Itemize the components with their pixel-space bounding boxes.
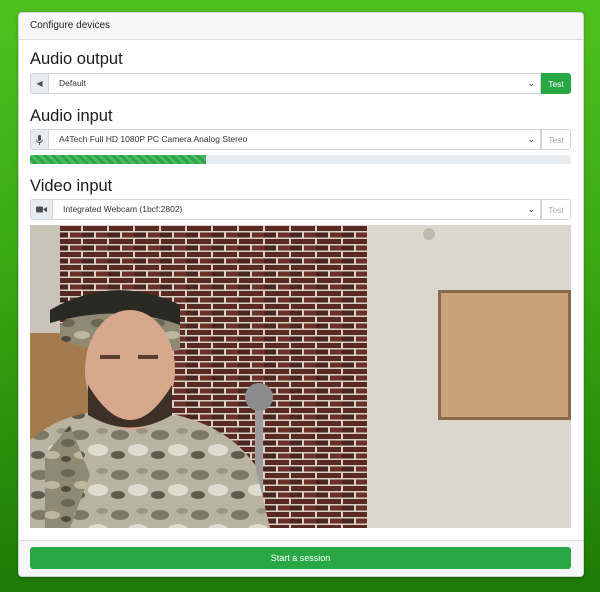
audio-output-test-button[interactable]: Test bbox=[541, 73, 571, 94]
webcam-image bbox=[30, 225, 571, 528]
video-input-selected: Integrated Webcam (1bcf:2802) bbox=[63, 204, 183, 214]
video-input-test-button[interactable]: Test bbox=[541, 199, 571, 220]
audio-output-group: ◀ Default ⌄ Test bbox=[30, 73, 571, 94]
audio-input-title: Audio input bbox=[30, 107, 113, 125]
speaker-icon: ◀ bbox=[30, 73, 48, 94]
audio-input-selected: A4Tech Full HD 1080P PC Camera Analog St… bbox=[59, 134, 248, 144]
start-session-button[interactable]: Start a session bbox=[30, 547, 571, 569]
chevron-down-icon: ⌄ bbox=[527, 134, 535, 144]
card-footer: Start a session bbox=[19, 540, 583, 576]
configure-devices-card: Configure devices Audio output ◀ Default… bbox=[18, 12, 584, 577]
video-input-select[interactable]: Integrated Webcam (1bcf:2802) ⌄ bbox=[52, 199, 541, 220]
audio-level-bar bbox=[30, 155, 206, 164]
card-header-title: Configure devices bbox=[19, 13, 583, 40]
audio-output-title: Audio output bbox=[30, 50, 123, 68]
chevron-down-icon: ⌄ bbox=[527, 78, 535, 88]
chevron-down-icon: ⌄ bbox=[527, 204, 535, 214]
audio-level-meter bbox=[30, 155, 571, 164]
video-preview bbox=[30, 225, 571, 528]
audio-output-selected: Default bbox=[59, 78, 86, 88]
video-input-group: Integrated Webcam (1bcf:2802) ⌄ Test bbox=[30, 199, 571, 220]
microphone-icon bbox=[30, 129, 48, 150]
audio-input-select[interactable]: A4Tech Full HD 1080P PC Camera Analog St… bbox=[48, 129, 541, 150]
video-input-title: Video input bbox=[30, 177, 113, 195]
video-camera-icon bbox=[30, 199, 52, 220]
audio-input-test-button[interactable]: Test bbox=[541, 129, 571, 150]
audio-output-select[interactable]: Default ⌄ bbox=[48, 73, 541, 94]
audio-input-group: A4Tech Full HD 1080P PC Camera Analog St… bbox=[30, 129, 571, 150]
